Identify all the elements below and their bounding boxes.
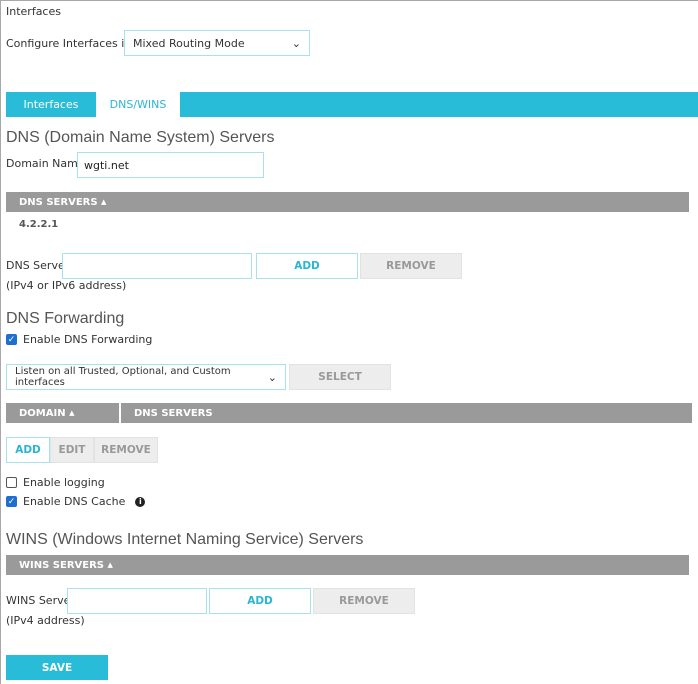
dns-server-label: DNS Server — [6, 259, 70, 272]
configure-label: Configure Interfaces in — [6, 37, 132, 50]
domain-name-input[interactable]: wgti.net — [77, 152, 264, 178]
dns-forwarding-heading: DNS Forwarding — [6, 310, 125, 327]
sort-icon: ▲ — [101, 198, 107, 206]
wins-server-input[interactable] — [67, 588, 207, 614]
enable-logging-label: Enable logging — [23, 476, 105, 489]
chevron-down-icon: ⌄ — [291, 36, 301, 50]
page-title: Interfaces — [6, 5, 61, 18]
listen-value: Listen on all Trusted, Optional, and Cus… — [15, 366, 231, 388]
listen-select[interactable]: Listen on all Trusted, Optional, and Cus… — [6, 364, 286, 390]
forwarding-remove-button[interactable]: REMOVE — [94, 437, 158, 463]
tab-interfaces[interactable]: Interfaces — [6, 92, 96, 117]
dns-remove-button[interactable]: REMOVE — [360, 253, 462, 279]
mode-select[interactable]: Mixed Routing Mode ⌄ — [124, 30, 310, 56]
wins-server-label: WINS Server — [6, 594, 75, 607]
dns-servers-column-header[interactable]: DNS SERVERS — [121, 403, 692, 423]
domain-column-header[interactable]: DOMAIN ▲ — [6, 403, 119, 423]
enable-logging[interactable]: Enable logging — [6, 476, 105, 489]
wins-add-button[interactable]: ADD — [209, 588, 311, 614]
select-button[interactable]: SELECT — [289, 364, 391, 390]
wins-servers-header-label: WINS SERVERS — [19, 559, 105, 571]
info-icon[interactable]: i — [135, 496, 146, 507]
forwarding-add-button[interactable]: ADD — [6, 437, 50, 463]
enable-dns-forwarding-label: Enable DNS Forwarding — [23, 333, 153, 346]
checkbox-unchecked-icon[interactable] — [6, 477, 17, 488]
dns-servers-header[interactable]: DNS SERVERS ▲ — [6, 192, 689, 212]
mode-value: Mixed Routing Mode — [133, 36, 245, 50]
enable-dns-forwarding[interactable]: ✓ Enable DNS Forwarding — [6, 333, 152, 346]
dns-heading: DNS (Domain Name System) Servers — [6, 129, 275, 146]
chevron-down-icon: ⌄ — [267, 370, 277, 384]
dns-add-button[interactable]: ADD — [256, 253, 358, 279]
wins-server-hint: (IPv4 address) — [6, 614, 85, 627]
dns-server-input[interactable] — [62, 253, 252, 279]
domain-column-label: DOMAIN — [19, 407, 66, 419]
dns-servers-header-label: DNS SERVERS — [19, 196, 98, 208]
save-button[interactable]: SAVE — [6, 655, 108, 680]
forwarding-edit-button[interactable]: EDIT — [50, 437, 94, 463]
tab-dns-wins[interactable]: DNS/WINS — [96, 92, 180, 117]
dns-server-row[interactable]: 4.2.2.1 — [19, 219, 58, 230]
enable-dns-cache-label: Enable DNS Cache — [23, 495, 126, 508]
checkbox-checked-icon[interactable]: ✓ — [6, 496, 17, 507]
wins-heading: WINS (Windows Internet Naming Service) S… — [6, 531, 364, 548]
checkbox-checked-icon[interactable]: ✓ — [6, 334, 17, 345]
enable-dns-cache[interactable]: ✓ Enable DNS Cache i — [6, 495, 146, 508]
wins-servers-header[interactable]: WINS SERVERS ▲ — [6, 555, 689, 575]
sort-icon: ▲ — [69, 409, 75, 417]
sort-icon: ▲ — [107, 561, 113, 569]
wins-remove-button[interactable]: REMOVE — [313, 588, 415, 614]
domain-name-label: Domain Name — [6, 157, 85, 170]
dns-server-hint: (IPv4 or IPv6 address) — [6, 279, 127, 292]
